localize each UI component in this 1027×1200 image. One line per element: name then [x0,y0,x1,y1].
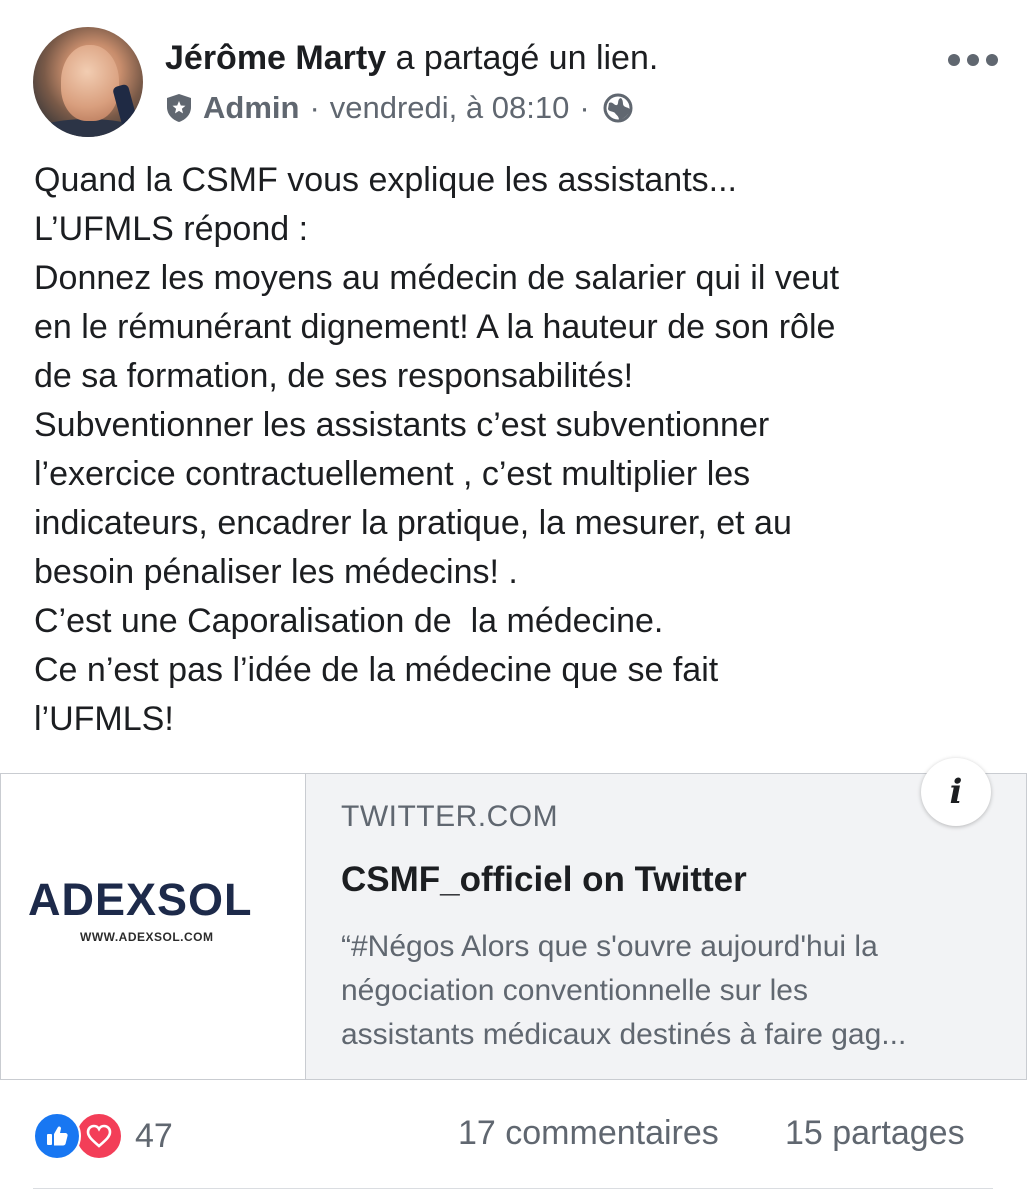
comments-count[interactable]: 17 commentaires [458,1114,719,1153]
heart-glyph [86,1124,112,1148]
link-description-line: négociation conventionnelle sur les [341,974,808,1007]
love-icon [75,1112,123,1160]
author-avatar[interactable] [33,27,143,137]
link-domain: TWITTER.COM [341,800,559,833]
link-description: “#Négos Alors que s'ouvre aujourd'hui la… [341,925,1001,1057]
link-description-line: assistants médicaux destinés à faire gag… [341,1018,907,1051]
post-text-line: l’exercice contractuellement , c’est mul… [34,455,751,493]
post-text-line: indicateurs, encadrer la pratique, la me… [34,504,792,542]
post-action-text: a partagé un lien. [395,39,659,77]
avatar-face [61,45,119,121]
adexsol-logo: ADEXSOL [28,874,253,925]
post-text-line: de sa formation, de ses responsabilités! [34,357,634,395]
post-meta: Admin · vendredi, à 08:10 · [165,88,634,128]
post-header-line: Jérôme Marty a partagé un lien. [165,38,658,78]
meta-separator: · [579,90,590,125]
more-dot [967,54,979,66]
post-text-line: Subventionner les assistants c’est subve… [34,406,770,444]
globe-icon[interactable] [602,92,634,124]
post-text-line: Donnez les moyens au médecin de salarier… [34,259,840,297]
post-text: Quand la CSMF vous explique les assistan… [34,156,1004,744]
more-dot [986,54,998,66]
author-role: Admin [203,90,300,125]
author-name[interactable]: Jérôme Marty [165,39,386,77]
post-text-line: C’est une Caporalisation de la médecine. [34,602,664,640]
meta-separator: · [309,90,320,125]
post-header: Jérôme Marty a partagé un lien. Admin · … [0,0,1027,150]
reactions-summary[interactable]: 47 [33,1112,173,1160]
post-timestamp[interactable]: vendredi, à 08:10 [330,90,570,126]
post-text-line: besoin pénaliser les médecins! . [34,553,518,591]
shares-count[interactable]: 15 partages [785,1114,965,1153]
post-text-line: Quand la CSMF vous explique les assistan… [34,161,737,199]
like-icon [33,1112,81,1160]
link-thumbnail[interactable] [1,774,306,1079]
post-text-line: en le rémunérant dignement! A la hauteur… [34,308,836,346]
thumbs-up-glyph [47,1126,68,1146]
adexsol-logo-url: WWW.ADEXSOL.COM [80,930,214,944]
more-options-icon[interactable] [948,48,998,72]
post-text-line: L’UFMLS répond : [34,210,309,248]
reaction-count: 47 [135,1116,173,1155]
info-icon[interactable]: i [921,758,991,826]
link-description-line: “#Négos Alors que s'ouvre aujourd'hui la [341,930,878,963]
divider [33,1188,993,1189]
admin-shield-icon [167,94,191,122]
post-text-line: l’UFMLS! [34,700,174,738]
link-title[interactable]: CSMF_officiel on Twitter [341,860,747,900]
post-text-line: Ce n’est pas l’idée de la médecine que s… [34,651,719,689]
more-dot [948,54,960,66]
